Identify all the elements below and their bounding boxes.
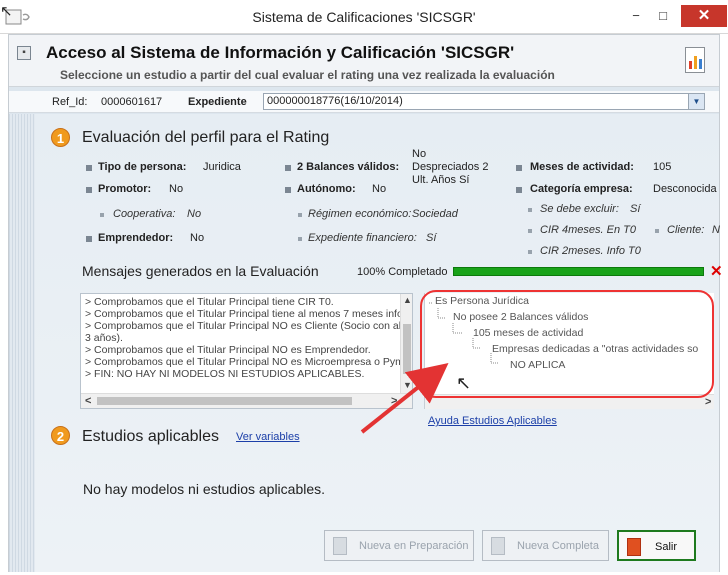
balances-value-3: Ult. Años Sí bbox=[412, 174, 470, 186]
scroll-up-icon[interactable]: ▲ bbox=[403, 295, 412, 305]
scroll-thumb[interactable] bbox=[97, 397, 352, 405]
emprendedor-label: Emprendedor: bbox=[98, 232, 174, 244]
step-2-badge: 2 bbox=[51, 426, 70, 445]
scroll-thumb[interactable] bbox=[403, 324, 411, 374]
ref-id-label: Ref_Id: bbox=[52, 96, 88, 108]
ver-variables-link[interactable]: Ver variables bbox=[236, 431, 300, 443]
mouse-cursor-icon: ↖ bbox=[0, 3, 13, 20]
subfield-bullet bbox=[528, 208, 532, 212]
close-button[interactable]: ✕ bbox=[681, 5, 727, 27]
section-2-title: Estudios aplicables bbox=[82, 428, 219, 445]
field-bullet bbox=[285, 165, 291, 171]
exit-icon bbox=[627, 538, 641, 556]
expediente-select[interactable]: 000000018776(16/10/2014) ▼ bbox=[263, 93, 705, 110]
emprendedor-value: No bbox=[190, 232, 205, 244]
cliente-label: Cliente: bbox=[667, 224, 705, 236]
field-bullet bbox=[86, 165, 92, 171]
progress-bar bbox=[453, 267, 704, 276]
tipo-persona-value: Juridica bbox=[203, 161, 241, 173]
subfield-bullet bbox=[298, 213, 302, 217]
log-line: > FIN: NO HAY NI MODELOS NI ESTUDIOS APL… bbox=[85, 368, 365, 380]
chevron-down-icon[interactable]: ▼ bbox=[688, 94, 704, 109]
minimize-button[interactable]: − bbox=[625, 5, 647, 27]
subfield-bullet bbox=[528, 229, 532, 233]
promotor-label: Promotor: bbox=[98, 183, 152, 195]
field-bullet bbox=[516, 187, 522, 193]
scroll-right-icon[interactable]: > bbox=[705, 396, 711, 408]
ref-id-value: 0000601617 bbox=[101, 96, 163, 108]
form-header: ▪ Acceso al Sistema de Información y Cal… bbox=[9, 35, 719, 87]
categoria-empresa-value: Desconocida bbox=[653, 183, 717, 195]
button-label: Nueva en Preparación bbox=[359, 540, 469, 552]
meses-actividad-value: 105 bbox=[653, 161, 672, 173]
maximize-button[interactable]: □ bbox=[652, 5, 674, 27]
document-chart-icon bbox=[333, 537, 347, 555]
field-bullet bbox=[285, 187, 291, 193]
messages-log[interactable]: > Comprobamos que el Titular Principal t… bbox=[80, 293, 413, 409]
window-titlebar: Sistema de Calificaciones 'SICSGR' − □ ✕ bbox=[0, 0, 728, 34]
cancel-icon[interactable]: ✕ bbox=[710, 262, 723, 280]
log-line: 3 años). bbox=[85, 332, 123, 344]
tipo-persona-label: Tipo de persona: bbox=[98, 161, 187, 173]
balances-label: 2 Balances válidos: bbox=[297, 161, 400, 173]
subfield-bullet bbox=[100, 213, 104, 217]
messages-title: Mensajes generados en la Evaluación bbox=[82, 263, 319, 279]
progress-text: 100% Completado bbox=[357, 266, 448, 278]
cooperativa-label: Cooperativa: bbox=[113, 208, 176, 220]
cooperativa-value: No bbox=[187, 208, 202, 220]
regimen-value: Sociedad bbox=[412, 208, 458, 220]
cliente-value: N bbox=[712, 224, 720, 236]
nueva-preparacion-button[interactable]: Nueva en Preparación bbox=[324, 530, 474, 561]
excluir-value: Sí bbox=[630, 203, 641, 215]
scroll-down-icon[interactable]: ▼ bbox=[403, 380, 412, 390]
subfield-bullet bbox=[298, 237, 302, 241]
log-line: > Comprobamos que el Titular Principal N… bbox=[85, 344, 371, 356]
field-bullet bbox=[516, 165, 522, 171]
balances-value-2: Despreciados 2 bbox=[412, 161, 489, 173]
log-line: > Comprobamos que el Titular Principal t… bbox=[85, 308, 407, 320]
meses-actividad-label: Meses de actividad: bbox=[530, 161, 634, 173]
expediente-value: 000000018776(16/10/2014) bbox=[267, 95, 403, 107]
field-bullet bbox=[86, 236, 92, 242]
log-line: > Comprobamos que el Titular Principal t… bbox=[85, 296, 334, 308]
cir2-label: CIR 2meses. Info T0 bbox=[540, 245, 641, 257]
field-bullet bbox=[86, 187, 92, 193]
button-label: Nueva Completa bbox=[517, 540, 599, 552]
autonomo-label: Autónomo: bbox=[297, 183, 356, 195]
empty-studies-message: No hay modelos ni estudios aplicables. bbox=[83, 481, 326, 497]
collapse-icon[interactable]: ▪ bbox=[17, 46, 31, 60]
form-subtitle: Seleccione un estudio a partir del cual … bbox=[60, 68, 555, 82]
scroll-left-icon[interactable]: < bbox=[85, 395, 91, 407]
section-1-title: Evaluación del perfil para el Rating bbox=[82, 129, 330, 146]
nueva-completa-button[interactable]: Nueva Completa bbox=[482, 530, 609, 561]
step-1-badge: 1 bbox=[51, 128, 70, 147]
log-line: > Comprobamos que el Titular Principal N… bbox=[85, 356, 404, 368]
cir4-label: CIR 4meses. En T0 bbox=[540, 224, 636, 236]
salir-button[interactable]: Salir bbox=[617, 530, 696, 561]
excluir-label: Se debe excluir: bbox=[540, 203, 619, 215]
log-line: > Comprobamos que el Titular Principal N… bbox=[85, 320, 407, 332]
bar-chart-report-icon[interactable] bbox=[685, 47, 705, 73]
regimen-label: Régimen económico: bbox=[308, 208, 412, 220]
button-label: Salir bbox=[655, 541, 678, 553]
help-studies-link[interactable]: Ayuda Estudios Aplicables bbox=[428, 415, 557, 427]
expediente-financiero-label: Expediente financiero: bbox=[308, 232, 417, 244]
promotor-value: No bbox=[169, 183, 184, 195]
expediente-label: Expediente bbox=[188, 96, 247, 108]
form-title: Acceso al Sistema de Información y Calif… bbox=[46, 43, 515, 62]
log-horizontal-scrollbar[interactable]: < > bbox=[81, 393, 412, 408]
left-side-strip bbox=[9, 114, 35, 572]
reference-row: Ref_Id: 0000601617 Expediente 0000000187… bbox=[9, 91, 719, 113]
subfield-bullet bbox=[528, 250, 532, 254]
autonomo-value: No bbox=[372, 183, 387, 195]
expediente-financiero-value: Sí bbox=[426, 232, 437, 244]
balances-value-1: No bbox=[412, 148, 427, 160]
categoria-empresa-label: Categoría empresa: bbox=[530, 183, 633, 195]
document-chart-icon bbox=[491, 537, 505, 555]
scroll-right-icon[interactable]: > bbox=[391, 395, 397, 407]
subfield-bullet bbox=[655, 229, 659, 233]
mouse-cursor-icon: ↖ bbox=[456, 373, 472, 393]
window-title: Sistema de Calificaciones 'SICSGR' bbox=[252, 9, 476, 25]
log-vertical-scrollbar[interactable]: ▲ ▼ bbox=[400, 294, 412, 394]
